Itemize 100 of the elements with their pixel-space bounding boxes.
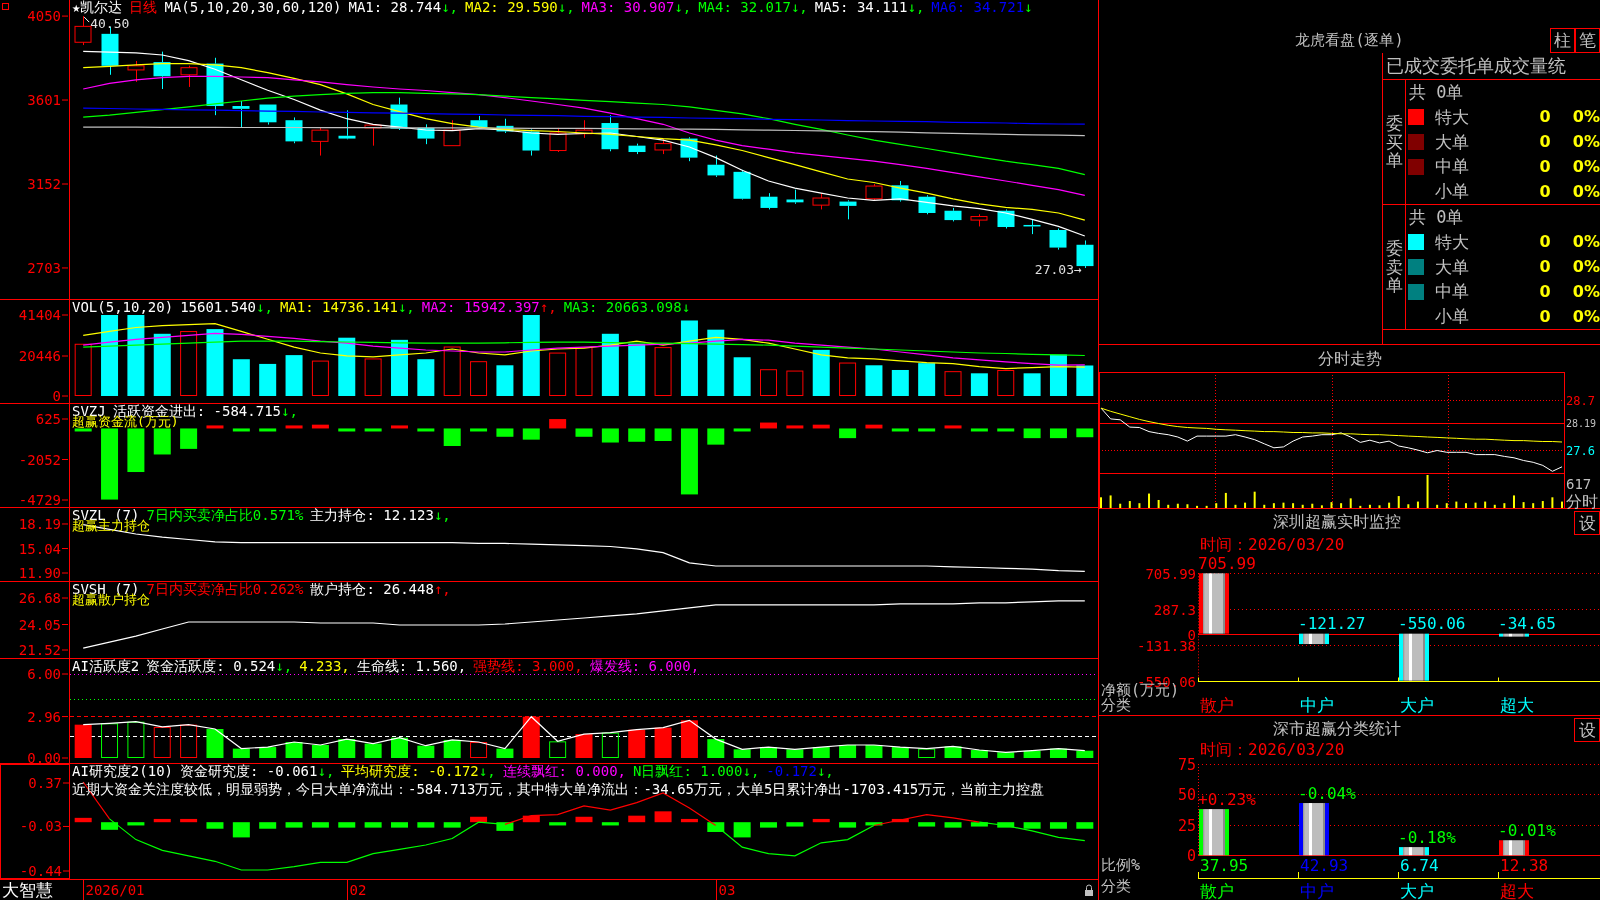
category-label: 超大 <box>1500 881 1534 900</box>
value-label: 12.38 <box>1500 855 1549 875</box>
order-size-label: 特大 <box>1435 232 1469 252</box>
indicator-legend: 爆发线: 6.000, <box>589 658 700 674</box>
indicator-legend: 15601.540 <box>180 299 256 315</box>
order-total: 共 0单 <box>1409 83 1464 102</box>
trend-arrow: ↓, <box>907 0 925 15</box>
timestamp: 时间：2026/03/20 <box>1200 536 1345 554</box>
axis-label: 18.19 <box>18 516 61 532</box>
axis-label: 0.00 <box>27 750 61 766</box>
category-label: 大户 <box>1400 695 1434 715</box>
trend-arrow: ↓, <box>816 763 834 779</box>
axis-label: 287.3 <box>1153 601 1196 618</box>
category-label: 大户 <box>1400 881 1434 900</box>
axis-label: 2703 <box>27 259 61 276</box>
indicator-legend: MA3: 20663.098 <box>563 299 682 315</box>
axis-label: 0 <box>52 388 61 404</box>
axis-label: -2052 <box>18 451 61 468</box>
volume-label: 分时 <box>1566 491 1598 511</box>
axis-label: 75 <box>1177 755 1196 774</box>
category-label: 散户 <box>1200 881 1234 900</box>
indicator-legend: MA2: 29.590 <box>465 0 558 15</box>
trend-arrow: ↓ <box>681 299 691 315</box>
axis-title: 比例% <box>1101 856 1141 874</box>
order-size-label: 中单 <box>1435 157 1469 177</box>
trend-arrow: ↓, <box>478 763 496 779</box>
indicator-legend: 平均研究度: -0.172 <box>341 763 479 779</box>
trend-arrow: ↓, <box>557 0 575 15</box>
indicator-legend: AI活跃度2 <box>72 658 140 674</box>
indicator-legend: MA2: 15942.397 <box>421 299 540 315</box>
axis-label: 625 <box>35 411 61 427</box>
change-label: -0.04% <box>1298 783 1356 803</box>
timestamp: 时间：2026/03/20 <box>1200 741 1345 759</box>
indicator-legend: 主力持仓: 12.123 <box>310 507 434 523</box>
indicator-legend: 资金活跃度: 0.524 <box>146 658 276 674</box>
order-count: 0 <box>1539 108 1551 127</box>
indicator-legend: 7日内买卖净占比0.571% <box>146 507 304 523</box>
axis-label: 2.96 <box>27 708 61 725</box>
change-label: -0.01% <box>1498 820 1556 840</box>
axis-label: 3601 <box>27 92 61 109</box>
value-label: 6.74 <box>1400 855 1439 875</box>
axis-label: -0.44 <box>19 863 62 879</box>
order-percent: 0% <box>1572 157 1600 176</box>
price-label: 27.03→ <box>1034 262 1082 278</box>
order-percent: 0% <box>1572 133 1600 152</box>
order-percent: 0% <box>1572 182 1600 201</box>
order-count: 0 <box>1539 233 1551 252</box>
trend-arrow: ↓, <box>397 299 415 315</box>
indicator-legend: MA(5,10,20,30,60,120) <box>164 0 342 15</box>
section-label: 委卖单 <box>1385 238 1403 296</box>
trend-arrow: ↑, <box>433 581 451 597</box>
axis-label: 6.00 <box>27 666 61 682</box>
indicator-legend: N日飘红: 1.000 <box>633 763 743 779</box>
axis-label: 20446 <box>18 348 61 364</box>
panel-title: 深圳超赢实时监控 <box>1272 513 1401 531</box>
order-count: 0 <box>1539 182 1551 201</box>
trend-arrow: ↓, <box>742 763 760 779</box>
order-size-label: 特大 <box>1435 107 1469 127</box>
order-size-label: 大单 <box>1435 257 1469 277</box>
order-size-label: 小单 <box>1435 307 1469 327</box>
category-label: 散户 <box>1200 695 1234 715</box>
change-label: -0.18% <box>1398 827 1456 847</box>
date-label: 03 <box>718 882 736 898</box>
category-label: 中户 <box>1300 695 1334 715</box>
trend-arrow: ↓, <box>674 0 692 15</box>
axis-label: 41404 <box>18 307 61 323</box>
indicator-legend: MA1: 14736.141 <box>279 299 398 315</box>
volume-scale-label: 617 <box>1566 476 1592 492</box>
trend-arrow: ↓, <box>441 0 459 15</box>
price-label: 40.50 <box>83 15 130 31</box>
date-label: 02 <box>349 882 367 898</box>
order-count: 0 <box>1539 282 1551 301</box>
category-label: 超大 <box>1500 695 1534 715</box>
order-total: 共 0单 <box>1409 208 1464 227</box>
panel-title: 分时走势 <box>1317 349 1382 368</box>
date-label: 2026/01 <box>85 882 145 898</box>
category-label: 中户 <box>1300 881 1334 900</box>
trend-arrow: ↓, <box>256 299 273 315</box>
order-percent: 0% <box>1572 108 1600 127</box>
indicator-legend: 强势线: 3.000, <box>473 658 583 674</box>
axis-label: 0.37 <box>28 775 62 791</box>
indicator-legend: 生命线: 1.560, <box>356 658 467 674</box>
indicator-legend: 7日内买卖净占比0.262% <box>146 581 304 597</box>
indicator-legend: MA5: 34.111 <box>814 0 908 15</box>
panel-title: 深市超赢分类统计 <box>1272 720 1401 738</box>
axis-label: 27.6 <box>1566 443 1595 458</box>
order-size-label: 中单 <box>1435 282 1469 302</box>
axis-label: 50 <box>1177 785 1196 804</box>
panel-title: 龙虎看盘(逐单) <box>1295 32 1404 49</box>
trend-arrow: ↓, <box>281 403 298 419</box>
axis-label: 3152 <box>27 176 61 192</box>
section-label: 委买单 <box>1385 113 1403 171</box>
axis-label: 28.7 <box>1566 393 1595 408</box>
axis-label: 24.05 <box>18 616 61 633</box>
indicator-legend: 资金研究度: -0.061 <box>180 763 318 779</box>
value-label: 37.95 <box>1200 855 1249 875</box>
value-label: -550.06 <box>1398 614 1466 634</box>
axis-label: 25 <box>1177 816 1196 835</box>
axis-title: 分类 <box>1101 696 1131 714</box>
change-label: +0.23% <box>1198 789 1256 809</box>
